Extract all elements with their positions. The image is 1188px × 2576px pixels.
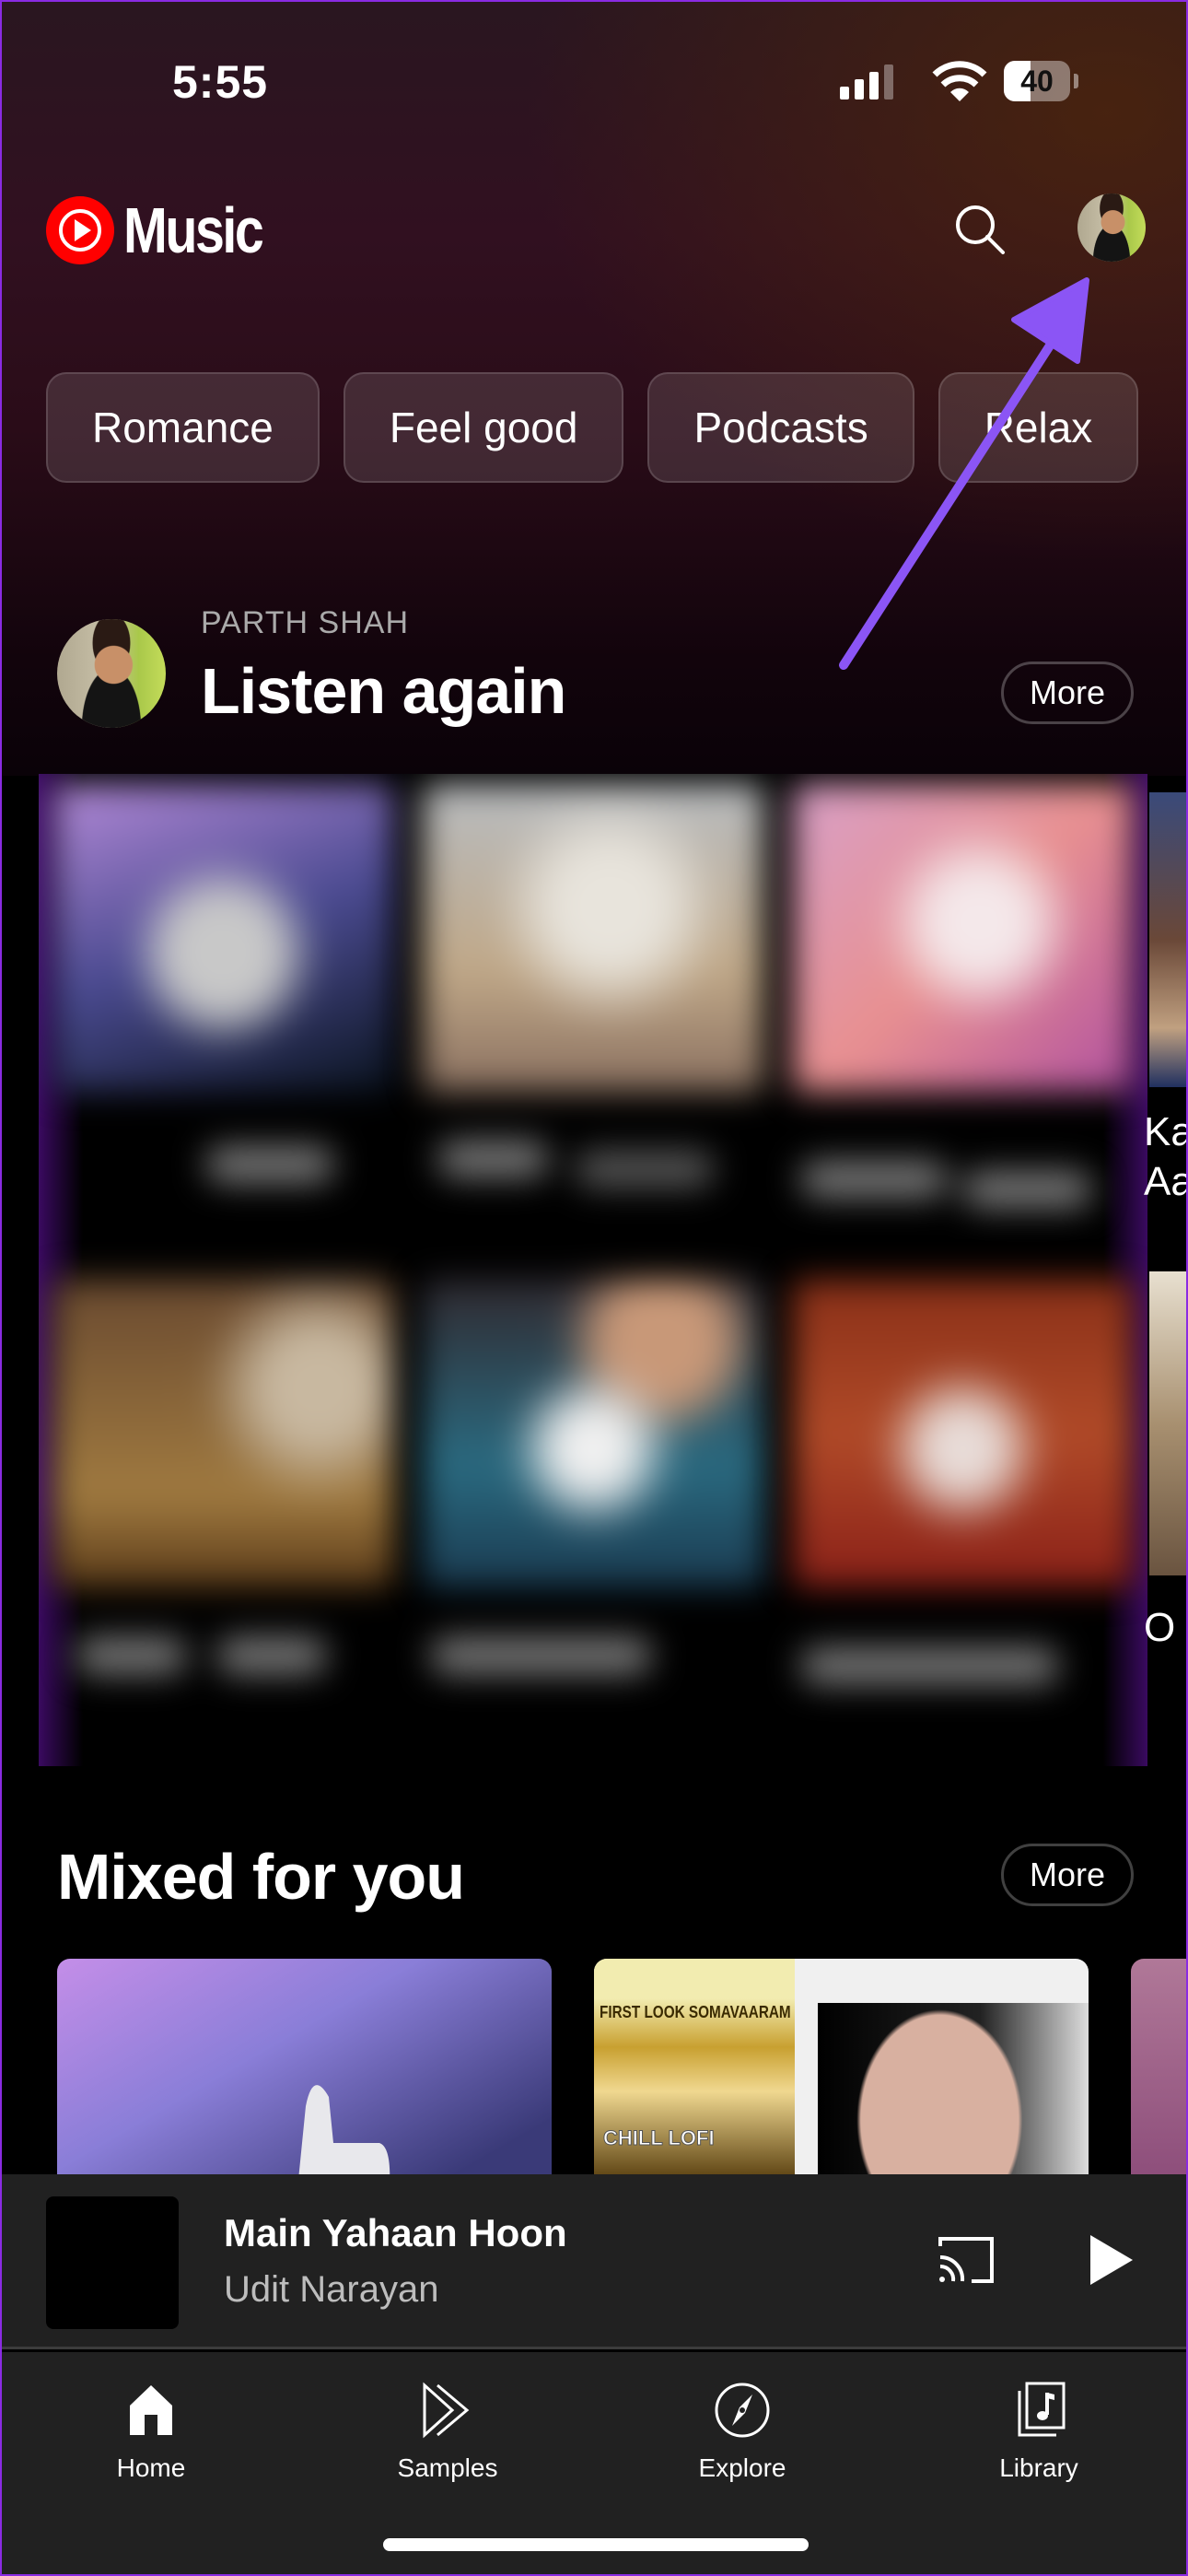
mood-chips: Romance Feel good Podcasts Relax xyxy=(46,372,1139,483)
nav-samples-label: Samples xyxy=(397,2453,498,2482)
battery-icon: 40 xyxy=(1004,61,1070,101)
nav-library[interactable]: Library xyxy=(947,2378,1131,2498)
nav-home[interactable]: Home xyxy=(59,2378,243,2498)
youtube-music-logo[interactable]: Music xyxy=(46,194,292,266)
listen-again-peek-title-2: O M xyxy=(1144,1605,1186,1650)
nav-home-label: Home xyxy=(116,2453,186,2482)
listen-again-peek-title-1: Kas Aar xyxy=(1144,1109,1186,1204)
listen-again-user: PARTH SHAH xyxy=(201,605,410,640)
cast-button[interactable] xyxy=(937,2230,997,2290)
mixed-for-you-carousel: FIRST LOOK SOMAVAARAM CHILL LOFI xyxy=(57,1959,1186,2198)
library-icon xyxy=(1018,2382,1066,2437)
home-icon xyxy=(130,2385,172,2435)
mix-card-2-artist-photo xyxy=(818,2003,1089,2198)
play-button[interactable] xyxy=(1079,2230,1140,2290)
profile-avatar[interactable] xyxy=(1077,193,1146,262)
chip-romance[interactable]: Romance xyxy=(46,372,320,483)
nav-explore-label: Explore xyxy=(698,2453,786,2482)
battery-level: 40 xyxy=(1020,64,1054,98)
listen-again-peek-art-1[interactable] xyxy=(1149,792,1186,1087)
search-button[interactable] xyxy=(950,200,1011,261)
listen-again-peek-art-2[interactable] xyxy=(1149,1271,1186,1575)
mix-card-1[interactable] xyxy=(57,1959,552,2198)
mix-card-3[interactable] xyxy=(1131,1959,1186,2198)
home-indicator[interactable] xyxy=(383,2538,809,2551)
listen-again-item[interactable] xyxy=(39,1270,408,1767)
listen-again-item[interactable] xyxy=(778,774,1147,1270)
youtube-music-icon xyxy=(46,196,114,264)
listen-again-item[interactable] xyxy=(408,774,777,1270)
listen-again-title: Listen again xyxy=(201,655,566,727)
samples-icon xyxy=(423,2382,470,2439)
chip-feel-good[interactable]: Feel good xyxy=(343,372,624,483)
nav-library-label: Library xyxy=(999,2453,1078,2482)
status-icons: 40 xyxy=(840,57,1089,105)
wifi-icon xyxy=(932,61,987,101)
mini-player[interactable]: Main Yahaan Hoon Udit Narayan xyxy=(2,2174,1186,2349)
listen-again-more-button[interactable]: More xyxy=(1001,662,1134,724)
listen-again-grid xyxy=(39,774,1147,1766)
mix-card-2-art: FIRST LOOK SOMAVAARAM CHILL LOFI xyxy=(594,1959,795,2180)
listen-again-item[interactable] xyxy=(408,1270,777,1767)
cast-icon xyxy=(938,2237,994,2283)
mixed-for-you-title: Mixed for you xyxy=(57,1841,465,1913)
mixed-for-you-more-button[interactable]: More xyxy=(1001,1844,1134,1906)
nav-explore[interactable]: Explore xyxy=(650,2378,834,2498)
chip-podcasts[interactable]: Podcasts xyxy=(647,372,914,483)
app-name: Music xyxy=(123,194,264,266)
mix-card-2[interactable]: FIRST LOOK SOMAVAARAM CHILL LOFI xyxy=(594,1959,1089,2198)
status-time: 5:55 xyxy=(172,56,269,108)
search-icon xyxy=(956,205,1005,254)
mini-player-thumbnail[interactable] xyxy=(46,2196,179,2329)
listen-again-item[interactable] xyxy=(39,774,408,1270)
play-icon xyxy=(1090,2235,1133,2285)
compass-icon xyxy=(715,2383,770,2438)
screen: 5:55 40 Music Romance Feel good Podcasts… xyxy=(0,0,1188,2576)
listen-again-avatar xyxy=(57,619,166,728)
mini-player-artist: Udit Narayan xyxy=(224,2269,439,2310)
listen-again-item[interactable] xyxy=(778,1270,1147,1767)
mini-player-title: Main Yahaan Hoon xyxy=(224,2211,567,2254)
chip-relax[interactable]: Relax xyxy=(938,372,1139,483)
nav-samples[interactable]: Samples xyxy=(355,2378,540,2498)
